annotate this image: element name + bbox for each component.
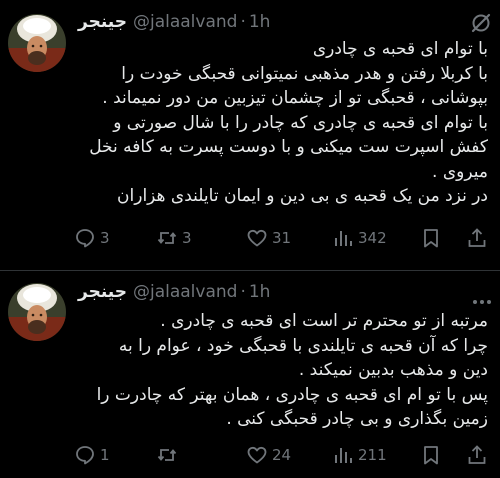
- repost-icon: [156, 227, 178, 249]
- like-icon: [246, 227, 268, 249]
- timestamp[interactable]: 1h: [249, 282, 271, 302]
- tweet-text-line: با توام ای قحبه ی چادری: [312, 39, 488, 59]
- views-count: 342: [358, 229, 387, 247]
- avatar-image: [8, 283, 66, 341]
- tweet-2[interactable]: جینجر @jalaalvand · 1h مرتبه از تو محترم…: [0, 271, 500, 478]
- tweet-text-line: دین و مذهب بدبین نمیکند .: [298, 360, 488, 380]
- avatar[interactable]: [8, 283, 66, 341]
- like-button[interactable]: 24: [246, 444, 332, 466]
- bookmark-icon: [420, 227, 442, 249]
- tweet-text-line: چرا که آن قحبه ی تایلندی با قحبگی خود ، …: [118, 335, 488, 356]
- reply-button[interactable]: 3: [74, 227, 156, 249]
- action-bar: 3 3 31 342: [74, 226, 494, 250]
- like-count: 31: [272, 229, 292, 247]
- views-button[interactable]: 211: [332, 444, 420, 466]
- tweet-1[interactable]: جینجر @jalaalvand · 1h با توام ای قحبه ی…: [0, 0, 500, 275]
- tweet-text-line: زمین بگذاری و بی چادر قحبگی کنی .: [226, 409, 488, 429]
- tweet-text-line: کفش اسپرت ست میکنی و با دوست پسرت به کاف…: [89, 137, 488, 157]
- reply-count: 3: [100, 229, 110, 247]
- tweet-header: جینجر @jalaalvand · 1h: [78, 10, 270, 34]
- tweet-text-line: با توام ای قحبه ی چادری که چادر را با شا…: [113, 112, 488, 133]
- reply-icon: [74, 444, 96, 466]
- tweet-text-line: با کربلا رفتن و هدر مذهبی نمیتوانی قحبگی…: [121, 63, 488, 84]
- grok-icon[interactable]: [470, 12, 492, 34]
- like-count: 24: [272, 446, 292, 464]
- display-name[interactable]: جینجر: [78, 282, 127, 302]
- user-handle[interactable]: @jalaalvand: [133, 12, 237, 32]
- views-icon: [332, 227, 354, 249]
- bookmark-button[interactable]: [420, 227, 466, 249]
- reply-icon: [74, 227, 96, 249]
- avatar[interactable]: [8, 14, 66, 72]
- share-icon: [466, 227, 488, 249]
- tweet-text-line: مرتبه از تو محترم تر است ای قحبه ی چادری…: [160, 311, 488, 331]
- bookmark-icon: [420, 444, 442, 466]
- action-bar: 1 24 211: [74, 443, 494, 467]
- tweet-text-line: میروی .: [432, 161, 488, 182]
- like-button[interactable]: 31: [246, 227, 332, 249]
- display-name[interactable]: جینجر: [78, 12, 127, 32]
- tweet-text-line: پس با تو ام ای قحبه ی چادری ، همان بهتر …: [96, 384, 488, 405]
- tweet-text: مرتبه از تو محترم تر است ای قحبه ی چادری…: [72, 309, 488, 432]
- views-icon: [332, 444, 354, 466]
- repost-count: 3: [182, 229, 192, 247]
- repost-button[interactable]: 3: [156, 227, 246, 249]
- share-button[interactable]: [466, 227, 488, 249]
- timestamp[interactable]: 1h: [249, 12, 271, 32]
- tweet-text: با توام ای قحبه ی چادری با کربلا رفتن و …: [72, 37, 488, 209]
- tweet-text-line: بپوشانی ، قحبگی تو از چشمان تیزبین من دو…: [102, 88, 488, 108]
- share-button[interactable]: [466, 444, 488, 466]
- tweet-text-line: در نزد من یک قحبه ی بی دین و ایمان تایلن…: [117, 186, 488, 206]
- reply-count: 1: [100, 446, 110, 464]
- bookmark-button[interactable]: [420, 444, 466, 466]
- repost-icon: [156, 444, 178, 466]
- separator-dot: ·: [240, 12, 246, 32]
- user-handle[interactable]: @jalaalvand: [133, 282, 237, 302]
- views-button[interactable]: 342: [332, 227, 420, 249]
- avatar-image: [8, 14, 66, 72]
- separator-dot: ·: [240, 282, 246, 302]
- more-icon[interactable]: [472, 290, 492, 304]
- share-icon: [466, 444, 488, 466]
- reply-button[interactable]: 1: [74, 444, 156, 466]
- repost-button[interactable]: [156, 444, 246, 466]
- like-icon: [246, 444, 268, 466]
- views-count: 211: [358, 446, 387, 464]
- tweet-header: جینجر @jalaalvand · 1h: [78, 280, 270, 304]
